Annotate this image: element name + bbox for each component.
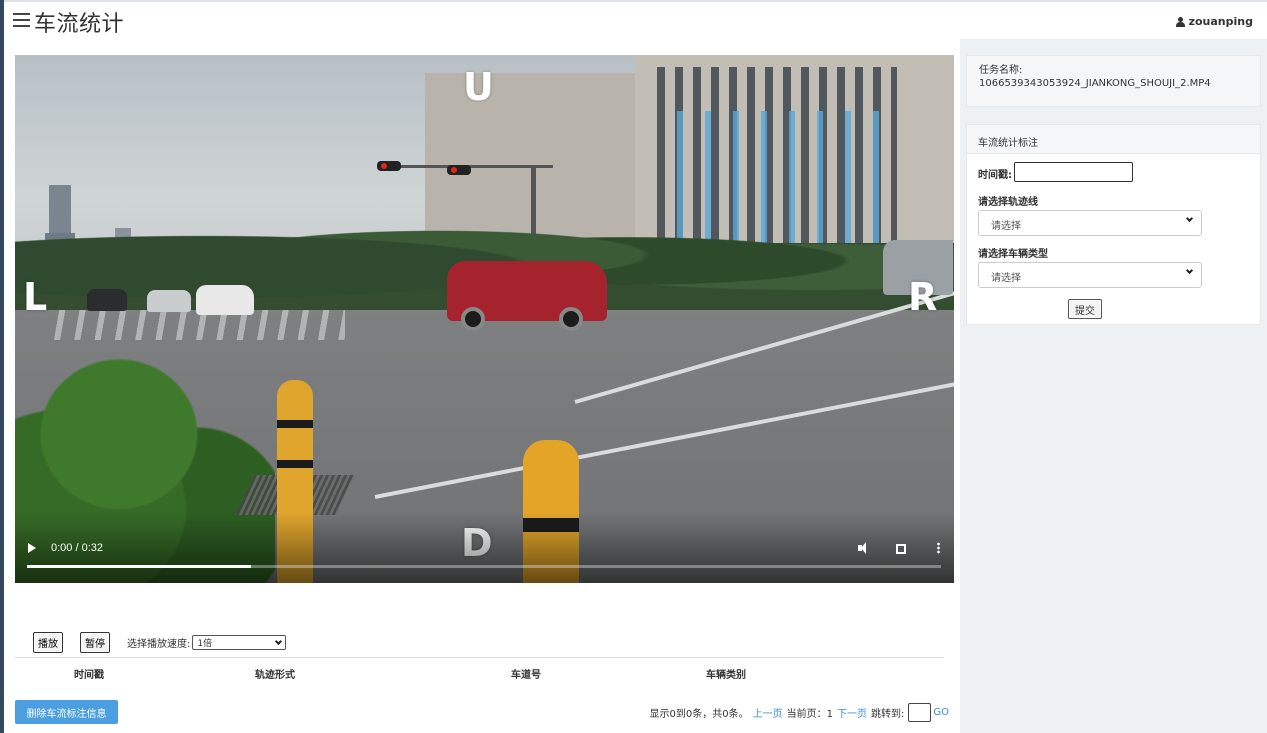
speed-select-value: 1倍	[197, 639, 213, 649]
timestamp-label: 时间戳:	[978, 170, 1012, 181]
page-title: 车流统计	[34, 12, 125, 37]
column-header-timestamp: 时间戳	[74, 670, 104, 681]
vehicle-select-label: 请选择车辆类型	[978, 249, 1048, 260]
video-time: 0:00 / 0:32	[51, 542, 103, 554]
task-info-card: 任务名称: 1066539343053924_JIANKONG_SHOUJI_2…	[966, 55, 1261, 107]
task-name-label: 任务名称:	[979, 65, 1023, 76]
task-name-value: 1066539343053924_JIANKONG_SHOUJI_2.MP4	[979, 78, 1211, 89]
volume-icon[interactable]	[858, 542, 870, 554]
timestamp-input[interactable]	[1014, 162, 1133, 182]
pager-summary: 显示0到0条，共0条。	[649, 709, 749, 720]
more-options-icon[interactable]	[937, 542, 940, 554]
user-icon	[1175, 16, 1185, 27]
current-page: 当前页：1	[786, 709, 833, 720]
speed-select[interactable]: 1倍	[192, 635, 287, 650]
annotation-card: 车流统计标注 时间戳: 请选择轨迹线 请选择 请选择车辆类型 请选择 提交	[966, 124, 1261, 325]
annotation-card-title: 车流统计标注	[967, 125, 1260, 154]
table-header: 时间戳 轨迹形式 车道号 车辆类别	[15, 657, 944, 683]
next-page-link[interactable]: 下一页	[837, 705, 867, 720]
go-button[interactable]: GO	[933, 707, 949, 718]
jump-label: 跳转到:	[871, 709, 905, 720]
chevron-down-icon	[1185, 214, 1194, 223]
track-select[interactable]: 请选择	[978, 210, 1202, 236]
video-progress-fill	[27, 565, 251, 568]
video-player[interactable]: U L R D 0:00 / 0:32	[15, 55, 954, 583]
column-header-track-type: 轨迹形式	[255, 670, 295, 681]
username: zouanping	[1188, 15, 1253, 28]
direction-label-up: U	[463, 65, 494, 109]
prev-page-link[interactable]: 上一页	[753, 705, 783, 720]
play-button[interactable]: 播放	[33, 632, 63, 653]
column-header-lane-number: 车道号	[511, 670, 541, 681]
jump-page-input[interactable]	[908, 703, 932, 722]
pagination: 显示0到0条，共0条。 上一页 当前页：1 下一页 跳转到: GO	[650, 703, 949, 722]
hamburger-menu-icon[interactable]	[13, 13, 30, 27]
track-select-value: 请选择	[991, 221, 1021, 232]
direction-label-left: L	[23, 275, 48, 319]
track-select-label: 请选择轨迹线	[978, 197, 1038, 208]
play-icon[interactable]	[28, 543, 36, 553]
user-menu[interactable]: zouanping	[1175, 15, 1253, 28]
direction-label-right: R	[908, 275, 938, 319]
column-header-vehicle-type: 车辆类别	[706, 670, 746, 681]
speed-label: 选择播放速度:	[127, 639, 191, 650]
delete-annotations-button[interactable]: 删除车流标注信息	[15, 700, 118, 724]
pause-button[interactable]: 暂停	[80, 632, 110, 653]
submit-button[interactable]: 提交	[1068, 299, 1102, 319]
top-header: 车流统计 zouanping	[4, 0, 1267, 39]
vehicle-select-value: 请选择	[991, 273, 1021, 284]
playback-controls: 播放 暂停 选择播放速度: 1倍	[33, 632, 287, 653]
video-progress-bar[interactable]	[27, 565, 941, 568]
chevron-down-icon	[275, 637, 283, 645]
chevron-down-icon	[1185, 266, 1194, 275]
fullscreen-icon[interactable]	[896, 544, 906, 554]
vehicle-type-select[interactable]: 请选择	[978, 262, 1202, 288]
